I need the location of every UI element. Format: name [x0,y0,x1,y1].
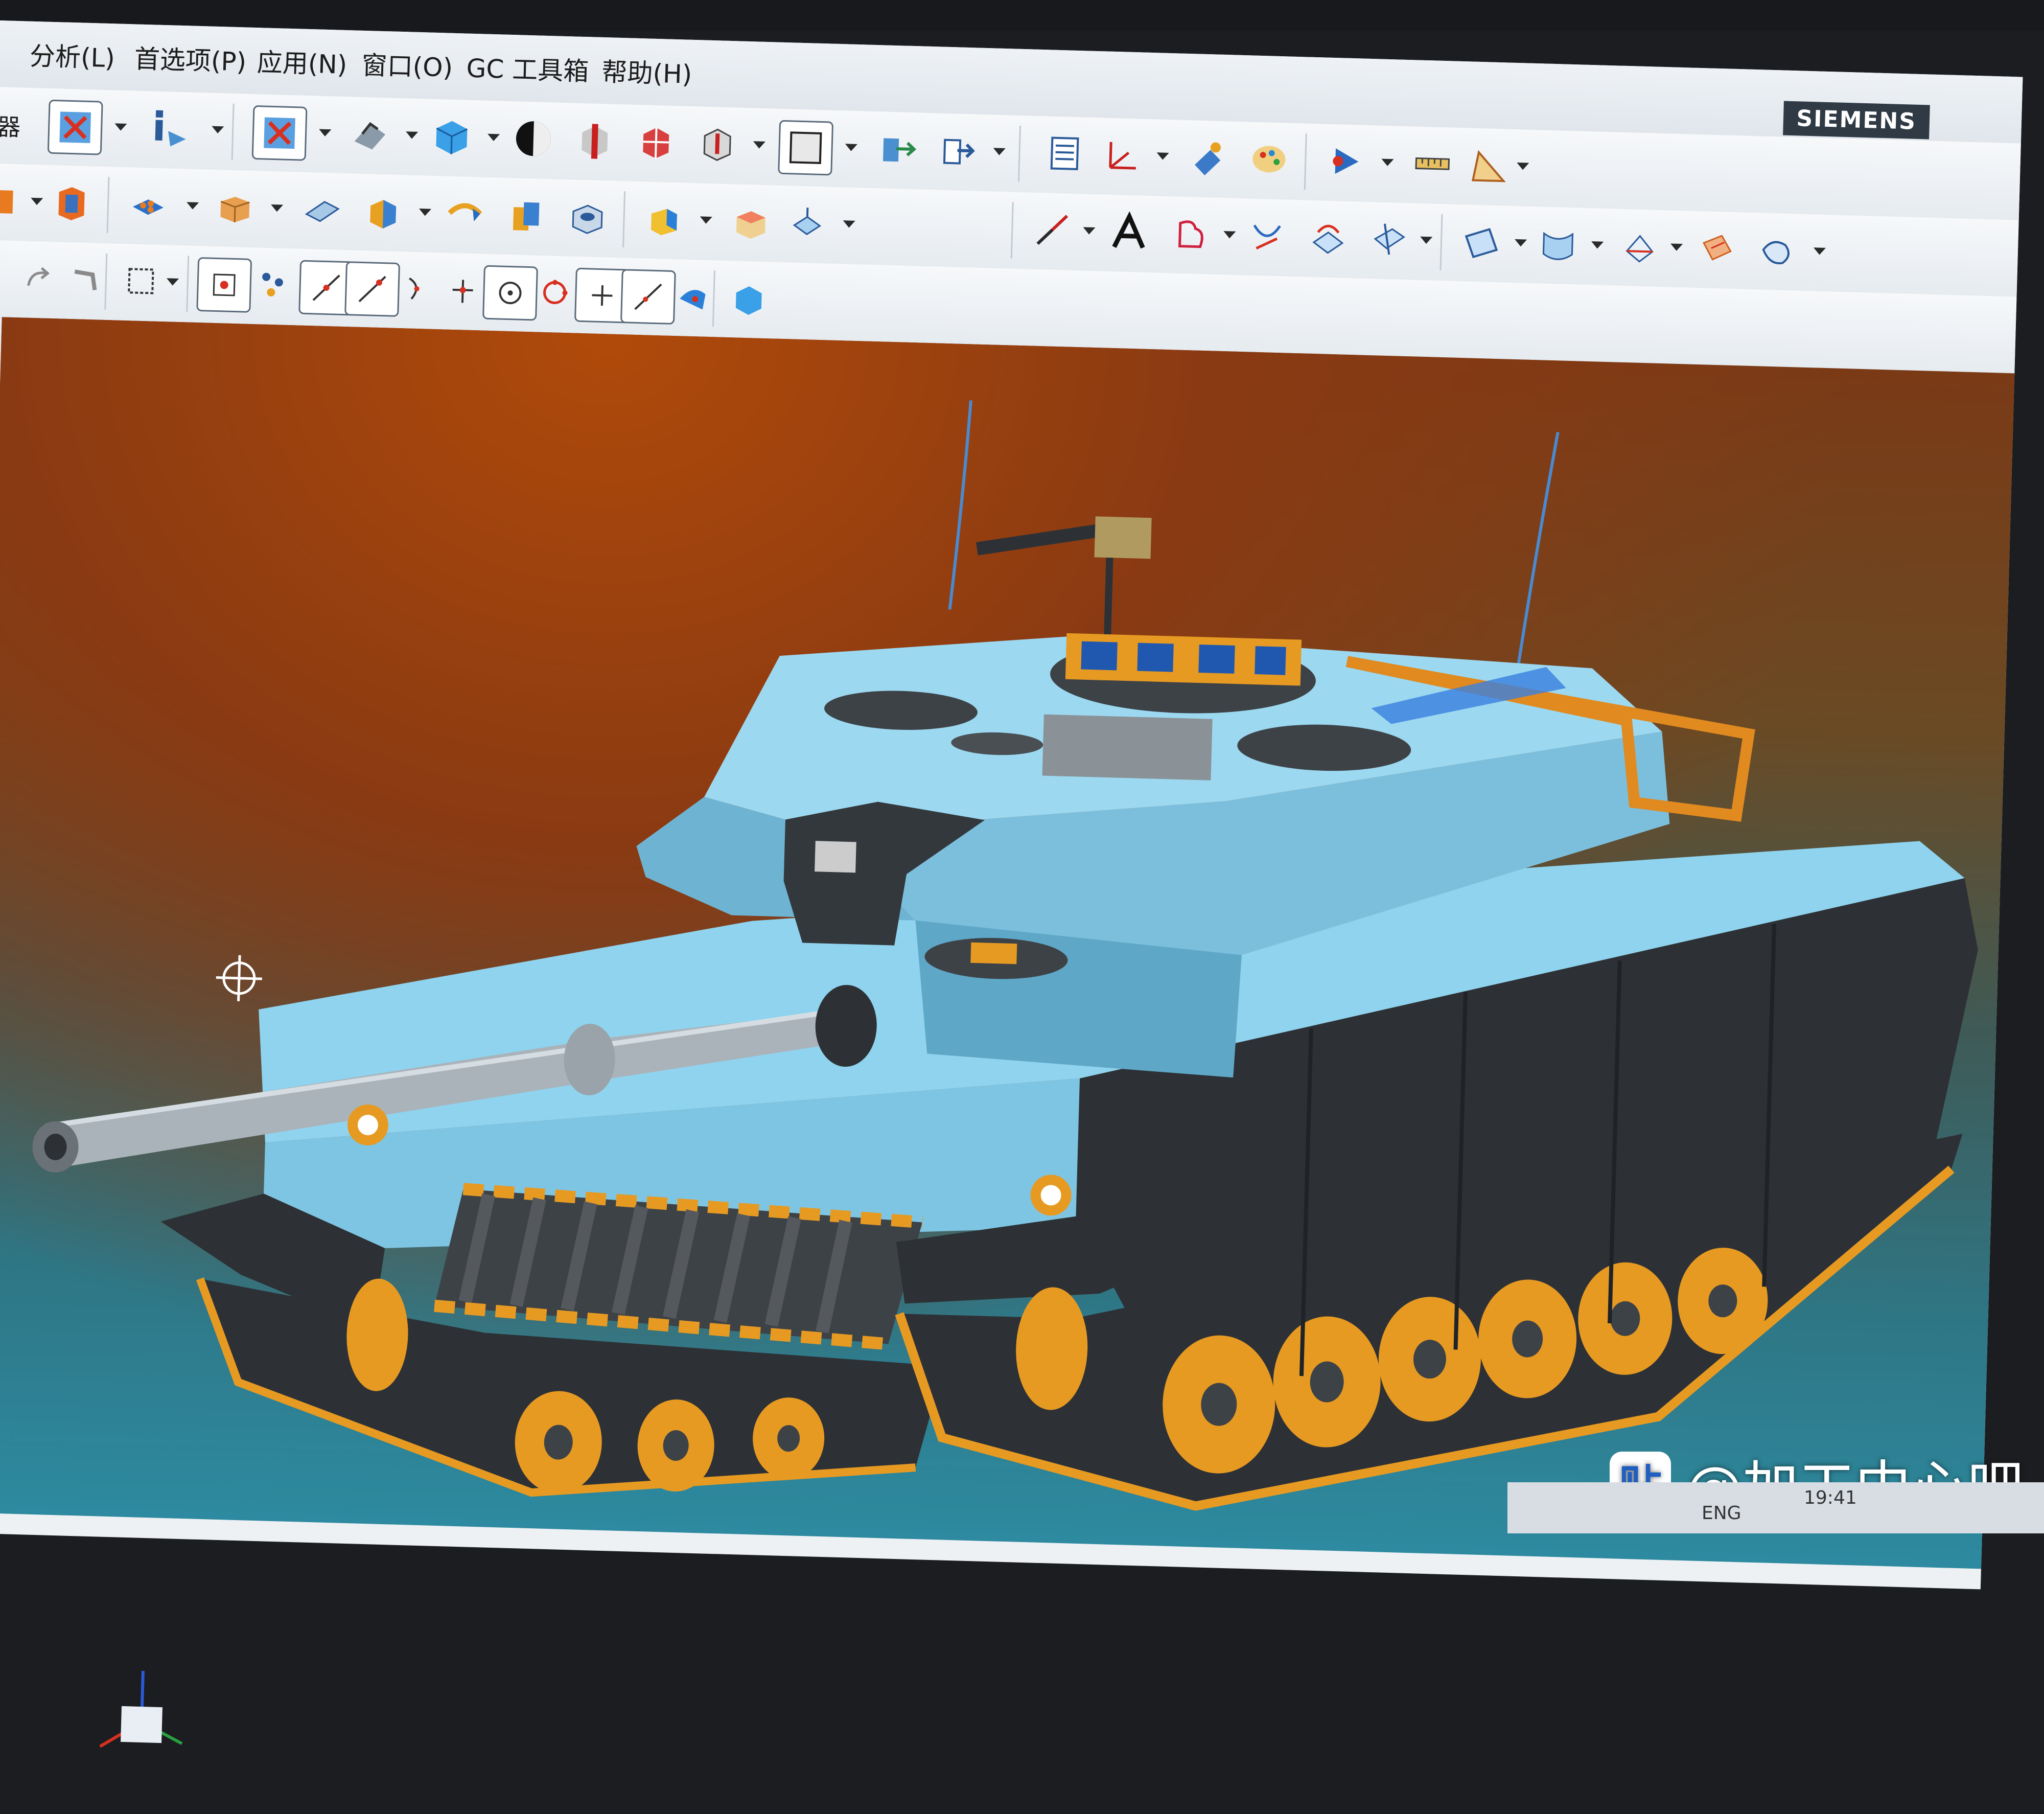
siemens-logo: SIEMENS [1782,101,1930,140]
menu-application[interactable]: 应用(N) [257,42,347,81]
offset-curve-icon[interactable] [1164,208,1217,260]
through-curves-icon[interactable] [1532,218,1585,270]
clock-time[interactable]: 19:41 [1804,1487,1857,1508]
project-curve-icon[interactable] [1302,211,1355,264]
section-view-icon[interactable] [569,114,621,167]
menu-window[interactable]: 窗口(O) [361,45,453,84]
edit-section-icon[interactable] [691,118,744,170]
selection-box-icon[interactable] [114,255,167,308]
pattern-feature-icon[interactable] [122,178,175,231]
part-navigator-icon[interactable] [1038,127,1091,180]
tank-model [32,400,1978,1511]
orient-view-icon[interactable] [507,112,560,165]
hole-icon[interactable] [561,191,614,243]
unite-icon[interactable] [500,189,552,242]
chamfer-icon[interactable] [725,195,777,248]
studio-surface-icon[interactable] [1614,220,1666,272]
snap-quadrant-icon[interactable] [528,266,581,319]
snap-icon[interactable] [1181,131,1234,184]
extrude-icon[interactable] [357,185,409,238]
graphics-viewport[interactable] [0,317,2015,1748]
color-palette-icon[interactable] [1243,133,1295,186]
view-triad-icon [99,1670,183,1748]
play-animation-icon[interactable] [1319,135,1372,188]
edge-blend-icon[interactable] [638,193,690,245]
sweep-icon[interactable] [438,187,491,240]
measure-distance-icon[interactable] [1406,137,1459,190]
move-object-icon[interactable] [931,124,984,177]
line-tool-icon[interactable] [1026,203,1079,256]
toolbar-partial-label: 器 [0,112,21,142]
crosshair-cursor-icon [216,955,262,1001]
menu-gc-toolbox[interactable]: GC 工具箱 [466,48,589,88]
pan-view-icon[interactable] [344,108,397,160]
measure-angle-icon[interactable] [1462,139,1515,192]
nx-application-window: 分析(L) 首选项(P) 应用(N) 窗口(O) GC 工具箱 帮助(H) SI… [0,20,2023,1748]
info-icon[interactable] [145,102,197,155]
menu-preferences[interactable]: 首选项(P) [134,38,247,78]
system-tray: ENG 19:41 [1507,1482,2044,1533]
shell-icon[interactable] [45,176,98,229]
fit-all-icon[interactable] [251,105,308,161]
snap-surface-icon[interactable] [666,270,719,323]
draft-icon[interactable] [781,197,833,249]
menu-help[interactable]: 帮助(H) [601,52,693,91]
solid-body-icon[interactable] [723,272,775,325]
clipping-icon[interactable] [630,116,682,169]
trim-curve-icon[interactable] [1241,210,1293,262]
feature-orange-icon[interactable] [0,174,27,227]
intersect-curve-icon[interactable] [1363,213,1416,266]
text-tool-icon[interactable] [1103,205,1155,258]
repeat-command-icon[interactable] [59,253,111,306]
shaded-view-icon[interactable] [426,110,478,163]
extension-sheet-icon[interactable] [1690,222,1743,275]
fit-view-icon[interactable] [47,99,103,155]
language-indicator[interactable]: ENG [1702,1503,1741,1524]
datum-plane-icon[interactable] [296,183,349,236]
snap-curve-icon[interactable] [390,263,443,315]
bounded-plane-icon[interactable] [1751,224,1804,277]
snap-intersection-icon[interactable] [436,264,489,316]
redo-icon[interactable] [13,252,65,305]
snap-endpoint-icon[interactable] [196,257,252,313]
snap-grid-icon[interactable] [247,259,300,311]
block-icon[interactable] [209,181,262,234]
monitor-bezel [0,0,2044,31]
background-icon[interactable] [778,120,834,176]
menu-analysis[interactable]: 分析(L) [29,36,115,75]
wcs-icon[interactable] [1095,129,1147,181]
layer-move-icon[interactable] [870,123,922,175]
surface-icon[interactable] [1455,216,1508,268]
